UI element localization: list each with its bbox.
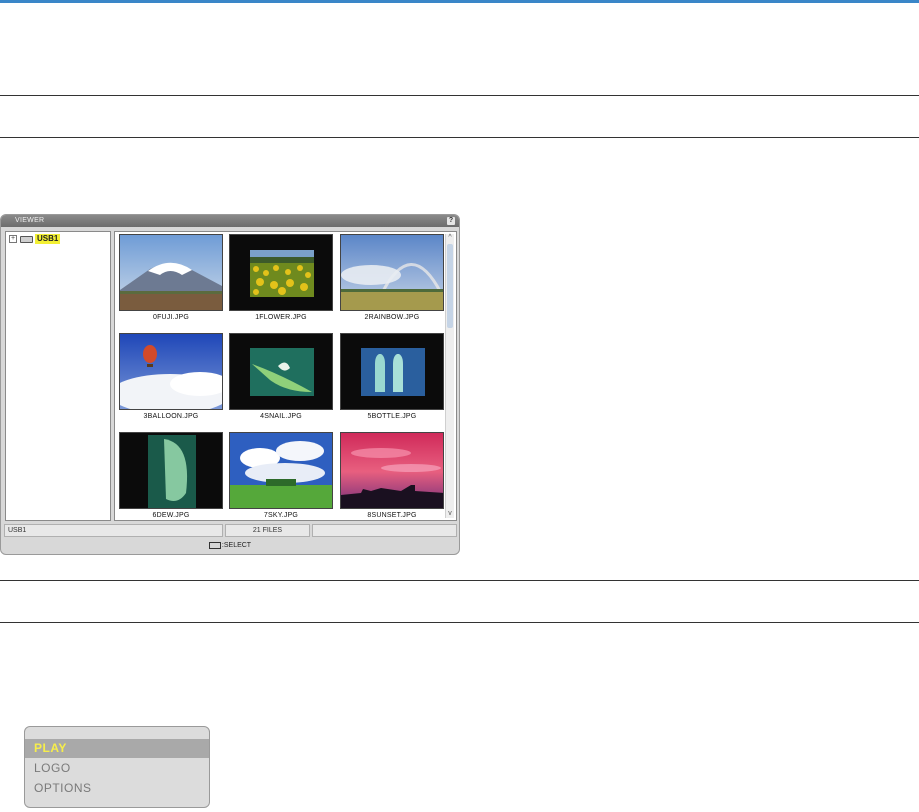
photo-thumbnail[interactable] [229, 333, 333, 410]
thumbnail-item[interactable]: 8SUNSET.JPG [340, 432, 446, 528]
photo-thumbnail[interactable] [340, 234, 444, 311]
photo-thumbnail[interactable] [119, 333, 223, 410]
scroll-down-icon[interactable]: v [446, 510, 454, 518]
status-extra [312, 524, 457, 537]
thumbnail-label: 3BALLOON.JPG [143, 413, 199, 420]
thumbnail-label: 1FLOWER.JPG [255, 314, 307, 321]
thumbnail-label: 4SNAIL.JPG [260, 413, 302, 420]
thumbnail-label: 6DEW.JPG [152, 512, 190, 519]
photo-thumbnail[interactable] [340, 432, 444, 509]
tree-item-usb1[interactable]: USB1 [35, 234, 61, 244]
status-path: USB1 [4, 524, 223, 537]
thumbnail-label: 7SKY.JPG [263, 512, 299, 519]
main-menu: PLAY LOGO OPTIONS [24, 726, 210, 808]
viewer-title: VIEWER [15, 217, 45, 224]
thumbnail-item[interactable]: 5BOTTLE.JPG [340, 333, 446, 429]
thumbnail-item[interactable]: 1FLOWER.JPG [229, 234, 335, 330]
menu-item-logo[interactable]: LOGO [25, 759, 209, 778]
photo-thumbnail[interactable] [229, 432, 333, 509]
menu-item-options[interactable]: OPTIONS [25, 779, 209, 798]
help-button[interactable]: ? [447, 217, 455, 225]
status-file-count: 21 FILES [225, 524, 310, 537]
folder-tree: + USB1 [5, 231, 111, 521]
thumbnail-item[interactable]: 6DEW.JPG [119, 432, 225, 528]
scroll-up-icon[interactable]: ^ [446, 234, 454, 242]
thumbnail-grid: 0FUJI.JPG 1FLOWER.JPG 2RAINBOW.JPG 3BALL… [114, 231, 457, 521]
thumbnail-item[interactable]: 2RAINBOW.JPG [340, 234, 446, 330]
footer-hint: :SELECT [1, 540, 459, 552]
thumbnail-label: 2RAINBOW.JPG [364, 314, 420, 321]
photo-thumbnail[interactable] [119, 432, 223, 509]
viewer-titlebar: VIEWER ? [1, 215, 459, 227]
photo-thumbnail[interactable] [119, 234, 223, 311]
scroll-thumb[interactable] [447, 244, 453, 328]
viewer-window: VIEWER ? + USB1 0FUJI.JPG 1FLOWER.JPG 2R… [0, 214, 460, 555]
top-accent-rule [0, 0, 919, 3]
thumbnail-item[interactable]: 3BALLOON.JPG [119, 333, 225, 429]
thumbnail-label: 0FUJI.JPG [152, 314, 190, 321]
expand-icon[interactable]: + [9, 235, 17, 243]
divider [0, 95, 919, 96]
divider [0, 622, 919, 623]
status-bar: USB1 21 FILES [4, 524, 457, 537]
menu-item-play[interactable]: PLAY [25, 739, 209, 758]
thumbnail-item[interactable]: 4SNAIL.JPG [229, 333, 335, 429]
thumbnail-label: 8SUNSET.JPG [367, 512, 417, 519]
vertical-scrollbar[interactable]: ^ v [445, 234, 454, 518]
thumbnail-label: 5BOTTLE.JPG [367, 413, 417, 420]
photo-thumbnail[interactable] [229, 234, 333, 311]
thumbnail-item[interactable]: 7SKY.JPG [229, 432, 335, 528]
thumbnail-item[interactable]: 0FUJI.JPG [119, 234, 225, 330]
footer-hint-text: :SELECT [221, 542, 252, 549]
usb-drive-icon [20, 236, 33, 243]
divider [0, 580, 919, 581]
enter-key-icon [208, 541, 221, 549]
photo-thumbnail[interactable] [340, 333, 444, 410]
divider [0, 137, 919, 138]
